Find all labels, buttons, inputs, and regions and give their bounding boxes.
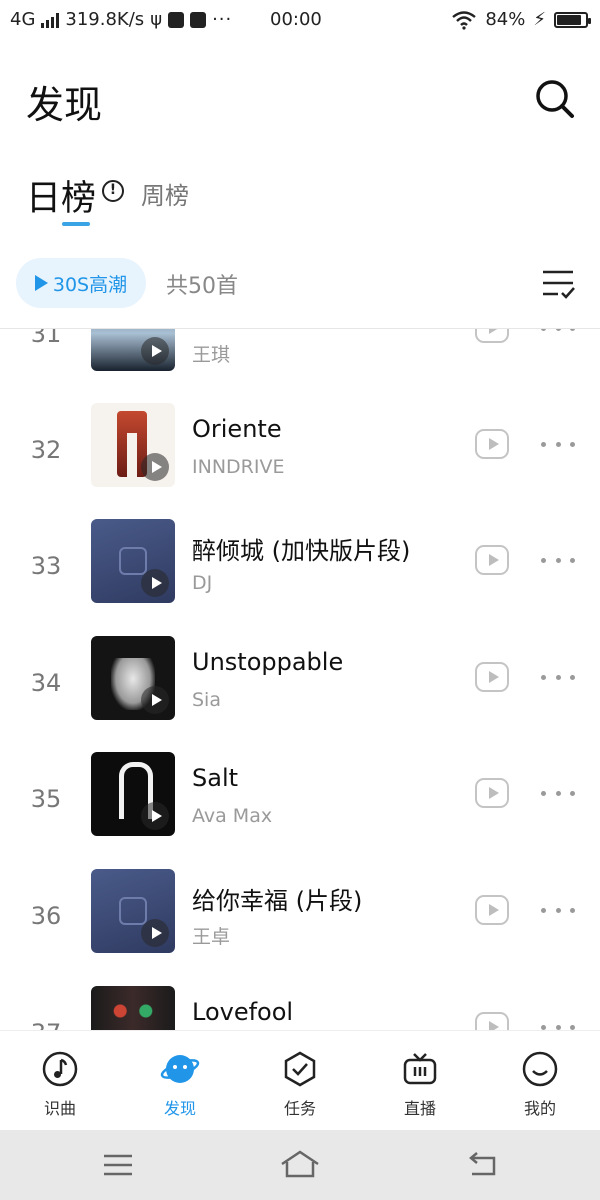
signal-icon	[41, 12, 60, 28]
bottom-tab-bar: 识曲 发现 任务 直播 我的	[0, 1030, 600, 1131]
album-cover	[91, 869, 175, 953]
network-speed: 319.8K/s	[65, 9, 145, 30]
info-icon[interactable]: !	[102, 180, 124, 202]
status-bar: 4G 319.8K/s ψ ··· 00:00 84% ⚡	[0, 0, 600, 40]
tab-identify[interactable]: 识曲	[0, 1031, 120, 1131]
more-icon[interactable]	[541, 908, 575, 914]
album-cover	[91, 636, 175, 720]
tab-label: 发现	[163, 1099, 196, 1118]
tab-weekly[interactable]: 周榜	[141, 176, 189, 211]
tab-live[interactable]: 直播	[360, 1031, 480, 1131]
planet-icon	[160, 1055, 200, 1083]
tab-discover[interactable]: 发现	[120, 1031, 240, 1131]
tv-icon	[403, 1053, 437, 1085]
app-notification-icon	[168, 11, 185, 28]
song-artist: 王琪	[192, 344, 231, 366]
mv-play-icon[interactable]	[475, 545, 509, 575]
more-icon[interactable]	[541, 558, 575, 564]
song-title: Salt	[192, 764, 239, 792]
network-type: 4G	[10, 9, 36, 30]
tab-label: 直播	[403, 1099, 436, 1118]
song-rank: 31	[30, 329, 62, 348]
tab-profile[interactable]: 我的	[480, 1031, 600, 1131]
mv-play-icon[interactable]	[475, 1012, 509, 1030]
page-title: 发现	[26, 83, 103, 127]
album-cover	[91, 519, 175, 603]
active-tab-indicator	[62, 222, 90, 226]
song-rank: 33	[30, 552, 62, 580]
menu-icon[interactable]	[98, 1148, 138, 1182]
song-rank: 32	[30, 436, 62, 464]
song-title: Oriente	[192, 415, 282, 443]
song-title: 给你幸福 (片段)	[192, 887, 363, 915]
album-cover	[91, 752, 175, 836]
system-nav-bar	[0, 1130, 600, 1200]
album-cover	[91, 403, 175, 487]
tab-label: 我的	[523, 1099, 556, 1118]
more-icon[interactable]	[541, 442, 575, 448]
tab-tasks[interactable]: 任务	[240, 1031, 360, 1131]
tab-label: 识曲	[43, 1099, 76, 1118]
mv-play-icon[interactable]	[475, 895, 509, 925]
play-icon	[34, 275, 48, 291]
song-rank: 37	[0, 1019, 92, 1030]
charging-icon: ⚡	[533, 9, 546, 30]
song-artist: Ava Max	[192, 805, 273, 827]
song-row[interactable]: 32 Oriente INNDRIVE	[0, 403, 600, 520]
search-icon[interactable]	[532, 76, 576, 120]
shield-check-icon	[284, 1051, 316, 1087]
cover-play-icon[interactable]	[141, 337, 169, 365]
cover-play-icon[interactable]	[141, 569, 169, 597]
song-artist: 王卓	[192, 926, 231, 948]
song-artist: Sia	[192, 689, 221, 711]
home-icon[interactable]	[280, 1148, 320, 1182]
song-row[interactable]: 35 Salt Ava Max	[0, 752, 600, 869]
song-artist: DJ	[192, 572, 213, 594]
cover-play-icon[interactable]	[141, 919, 169, 947]
music-note-icon	[42, 1051, 78, 1087]
mv-play-icon[interactable]	[475, 429, 509, 459]
song-artist: INNDRIVE	[192, 456, 285, 478]
song-count: 共50首	[166, 274, 238, 299]
song-title: 醉倾城 (加快版片段)	[192, 537, 411, 565]
cover-play-icon[interactable]	[141, 802, 169, 830]
song-title: Lovefool	[192, 998, 294, 1026]
more-notifications-icon: ···	[212, 9, 233, 30]
tab-label: 任务	[283, 1099, 316, 1118]
album-cover	[91, 986, 175, 1030]
more-icon[interactable]	[541, 791, 575, 797]
mv-play-icon[interactable]	[475, 778, 509, 808]
tab-daily[interactable]: 日榜	[26, 170, 96, 221]
back-icon[interactable]	[462, 1148, 502, 1182]
song-row[interactable]: 31 王琪	[0, 329, 600, 404]
song-title: Unstoppable	[192, 648, 344, 676]
app-notification-icon-2	[190, 11, 207, 28]
song-rank: 35	[30, 785, 62, 813]
mv-play-icon[interactable]	[475, 329, 509, 343]
more-icon[interactable]	[541, 329, 575, 332]
mv-play-icon[interactable]	[475, 662, 509, 692]
song-row[interactable]: 33 醉倾城 (加快版片段) DJ	[0, 519, 600, 636]
smile-icon	[522, 1051, 558, 1087]
play-highlights-label: 30S高潮	[52, 273, 128, 296]
play-highlights-button[interactable]: 30S高潮	[16, 258, 146, 308]
song-row[interactable]: 37 Lovefool	[0, 986, 600, 1030]
battery-percent: 84%	[485, 9, 526, 30]
multi-select-icon[interactable]	[540, 266, 576, 302]
song-list: 31 王琪 32 Oriente INNDRIVE 33 醉倾城 (加快版片段)…	[0, 329, 600, 1030]
battery-icon	[554, 11, 591, 28]
song-row[interactable]: 34 Unstoppable Sia	[0, 636, 600, 753]
song-rank: 34	[30, 669, 62, 697]
usb-icon: ψ	[150, 9, 163, 30]
wifi-icon	[452, 10, 477, 30]
more-icon[interactable]	[541, 675, 575, 681]
song-row[interactable]: 36 给你幸福 (片段) 王卓	[0, 869, 600, 986]
song-rank: 36	[30, 902, 62, 930]
cover-play-icon[interactable]	[141, 686, 169, 714]
album-cover	[91, 329, 175, 371]
cover-play-icon[interactable]	[141, 453, 169, 481]
clock: 00:00	[270, 9, 322, 30]
